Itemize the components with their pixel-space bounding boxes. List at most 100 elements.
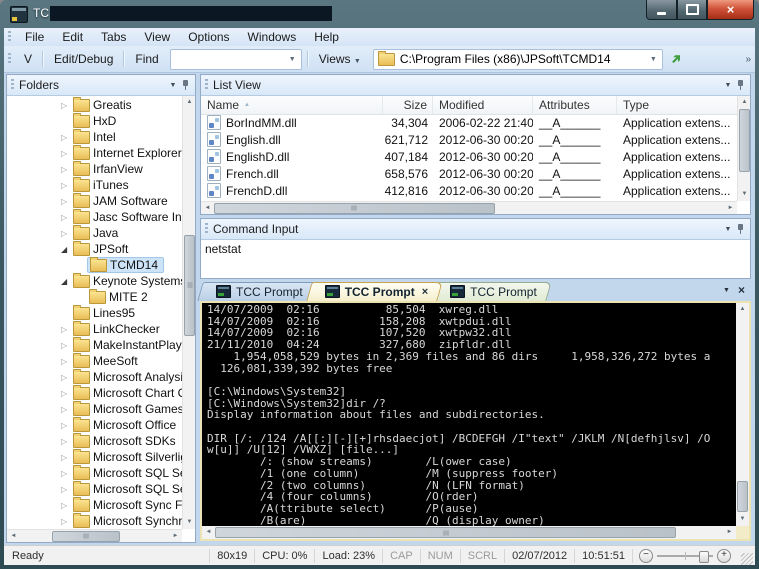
edit-debug-button[interactable]: Edit/Debug — [46, 50, 121, 68]
file-row[interactable]: English.dll 621,712 2012-06-30 00:20 __A… — [201, 131, 737, 148]
address-bar[interactable]: C:\Program Files (x86)\JPSoft\TCMD14 ▼ — [372, 48, 663, 70]
list-vertical-scrollbar[interactable]: ▲ ▼ — [737, 96, 750, 201]
go-button[interactable]: ➔ — [667, 49, 687, 69]
scroll-down-icon[interactable]: ▼ — [738, 188, 750, 201]
chevron-down-icon[interactable]: ▼ — [645, 56, 662, 63]
column-header-modified[interactable]: Modified — [433, 96, 533, 114]
column-header-name[interactable]: Name ▲ — [201, 96, 383, 114]
scroll-down-icon[interactable]: ▼ — [736, 513, 749, 526]
panel-menu-button[interactable]: ▼ — [720, 226, 736, 233]
menu-grip[interactable] — [8, 31, 11, 43]
expand-icon[interactable]: ▷ — [61, 485, 73, 494]
expand-icon[interactable]: ▷ — [61, 229, 73, 238]
tree-item[interactable]: ▷ Microsoft SQL Se — [7, 464, 182, 481]
menu-options[interactable]: Options — [179, 28, 238, 46]
pin-icon[interactable] — [736, 223, 746, 235]
command-input-panel-header[interactable]: Command Input ▼ — [201, 219, 750, 240]
tree-item[interactable]: ▷ Internet Explorer — [7, 144, 182, 161]
menu-windows[interactable]: Windows — [239, 28, 306, 46]
scroll-up-icon[interactable]: ▲ — [736, 303, 749, 316]
column-header-type[interactable]: Type — [617, 96, 737, 114]
tab-bar-close-icon[interactable]: × — [738, 283, 745, 297]
views-button[interactable]: Views ▼ — [311, 50, 369, 68]
tree-item[interactable]: ▷ Microsoft Analysi — [7, 368, 182, 385]
tree-item[interactable]: ▷ Intel — [7, 128, 182, 145]
tree-item[interactable]: ▷ IrfanView — [7, 160, 182, 177]
expand-icon[interactable]: ▷ — [61, 501, 73, 510]
expand-icon[interactable]: ▷ — [61, 373, 73, 382]
expand-icon[interactable]: ▷ — [61, 101, 73, 110]
expand-icon[interactable]: ▷ — [61, 437, 73, 446]
v-button[interactable]: V — [16, 50, 40, 68]
scroll-right-icon[interactable]: ► — [169, 530, 182, 543]
column-header-size[interactable]: Size — [383, 96, 433, 114]
menu-view[interactable]: View — [135, 28, 179, 46]
tree-item[interactable]: ▷ LinkChecker — [7, 320, 182, 337]
tree-item[interactable]: ▷ Microsoft SDKs — [7, 432, 182, 449]
tree-item[interactable]: Lines95 — [7, 304, 182, 321]
chevron-down-icon[interactable]: ▼ — [284, 56, 301, 63]
maximize-button[interactable] — [677, 0, 707, 20]
scrollbar-thumb[interactable] — [215, 527, 677, 538]
tree-item[interactable]: ▷ Jasc Software Inc — [7, 208, 182, 225]
tree-item[interactable]: ▷ JAM Software — [7, 192, 182, 209]
panel-menu-button[interactable]: ▼ — [165, 82, 181, 89]
pin-icon[interactable] — [181, 79, 191, 91]
tree-item-selected[interactable]: TCMD14 — [7, 256, 182, 273]
tree-item[interactable]: ▷ MakeInstantPlaye — [7, 336, 182, 353]
console-vertical-scrollbar[interactable]: ▲ ▼ — [736, 303, 749, 526]
scroll-down-icon[interactable]: ▼ — [183, 516, 195, 529]
expand-icon[interactable]: ▷ — [61, 197, 73, 206]
expand-icon[interactable]: ▷ — [61, 405, 73, 414]
menu-file[interactable]: File — [16, 28, 53, 46]
expand-icon[interactable]: ▷ — [61, 517, 73, 526]
tree-horizontal-scrollbar[interactable]: ◄ ► — [7, 529, 182, 542]
scrollbar-thumb[interactable] — [51, 530, 120, 542]
scroll-left-icon[interactable]: ◄ — [202, 526, 215, 539]
zoom-out-button[interactable]: − — [639, 548, 653, 563]
tree-item[interactable]: ▷ Microsoft Chart C — [7, 384, 182, 401]
console-screen[interactable]: 14/07/2009 02:16 85,504 xwreg.dll 14/07/… — [202, 303, 736, 526]
menu-edit[interactable]: Edit — [53, 28, 92, 46]
tab-tcc-prompt-2-active[interactable]: TCC Prompt × — [305, 282, 443, 301]
menu-tabs[interactable]: Tabs — [92, 28, 135, 46]
tree-item[interactable]: ◢ JPSoft — [7, 240, 182, 257]
list-horizontal-scrollbar[interactable]: ◄ ► — [201, 201, 737, 214]
column-header-attributes[interactable]: Attributes — [533, 96, 617, 114]
close-button[interactable]: × — [707, 0, 754, 20]
collapse-icon[interactable]: ◢ — [61, 277, 73, 286]
tree-item[interactable]: ▷ MeeSoft — [7, 352, 182, 369]
tab-tcc-prompt-1[interactable]: TCC Prompt — [197, 282, 318, 301]
file-row[interactable]: EnglishD.dll 407,184 2012-06-30 00:20 __… — [201, 148, 737, 165]
scrollbar-thumb[interactable] — [184, 234, 195, 337]
folders-panel-header[interactable]: Folders ▼ — [7, 75, 195, 96]
tree-item[interactable]: ◢ Keynote Systems — [7, 272, 182, 289]
expand-icon[interactable]: ▷ — [61, 181, 73, 190]
scroll-up-icon[interactable]: ▲ — [183, 96, 195, 109]
tree-item[interactable]: HxD — [7, 112, 182, 129]
expand-icon[interactable]: ▷ — [61, 357, 73, 366]
tree-item[interactable]: ▷ Microsoft SQL Se — [7, 480, 182, 497]
scroll-left-icon[interactable]: ◄ — [7, 530, 20, 543]
console-horizontal-scrollbar[interactable]: ◄ ► — [202, 526, 736, 539]
expand-icon[interactable]: ▷ — [61, 341, 73, 350]
tab-tcc-prompt-3[interactable]: TCC Prompt — [431, 282, 552, 301]
toolbar-overflow-button[interactable]: » — [745, 54, 751, 65]
tree-item[interactable]: ▷ Java — [7, 224, 182, 241]
scroll-left-icon[interactable]: ◄ — [201, 202, 214, 215]
tree-item[interactable]: ▷ Greatis — [7, 97, 182, 113]
expand-icon[interactable]: ▷ — [61, 325, 73, 334]
zoom-in-button[interactable]: + — [717, 548, 731, 563]
find-input[interactable]: ▼ — [169, 48, 302, 70]
scrollbar-thumb[interactable] — [737, 481, 748, 513]
menu-help[interactable]: Help — [305, 28, 348, 46]
tree-item[interactable]: ▷ Microsoft Sync Fr — [7, 496, 182, 513]
panel-menu-button[interactable]: ▼ — [720, 82, 736, 89]
resize-grip[interactable] — [741, 553, 753, 565]
zoom-slider[interactable] — [657, 550, 713, 563]
zoom-slider-thumb[interactable] — [699, 550, 709, 563]
expand-icon[interactable]: ▷ — [61, 149, 73, 158]
scrollbar-thumb[interactable] — [739, 109, 750, 172]
list-view-panel-header[interactable]: List View ▼ — [201, 75, 750, 96]
expand-icon[interactable]: ▷ — [61, 421, 73, 430]
